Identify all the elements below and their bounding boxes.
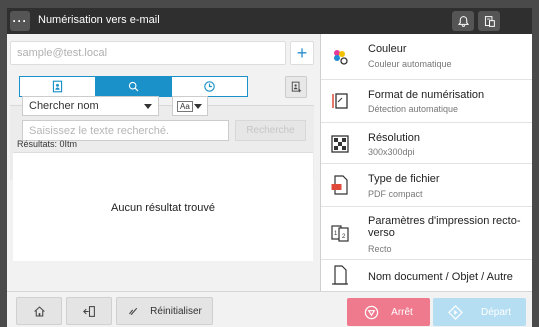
setting-color[interactable]: Couleur Couleur automatique: [321, 34, 532, 80]
setting-title: Couleur: [368, 43, 407, 55]
search-button[interactable]: Recherche: [235, 120, 306, 141]
device-status-icon[interactable]: [478, 11, 500, 31]
address-list-button[interactable]: [285, 76, 307, 98]
reset-button[interactable]: Réinitialiser: [116, 297, 213, 325]
exit-icon: [82, 305, 95, 317]
setting-value: Recto: [368, 244, 392, 254]
bell-icon[interactable]: [452, 11, 474, 31]
stop-button[interactable]: Arrêt: [347, 298, 430, 326]
resolution-icon: [331, 135, 349, 153]
title-bar: ··· Numérisation vers e-mail: [7, 8, 532, 34]
reset-label: Réinitialiser: [150, 305, 202, 317]
settings-panel: Couleur Couleur automatique Format de nu…: [321, 34, 532, 291]
results-count: Résultats: 0Itm: [17, 139, 78, 149]
tab-history[interactable]: [171, 77, 247, 96]
duplex-icon: 12: [331, 225, 349, 242]
setting-duplex[interactable]: 12 Paramètres d'impression recto-verso R…: [321, 207, 532, 260]
color-icon: [334, 50, 348, 65]
setting-document-name[interactable]: Nom document / Objet / Autre: [321, 260, 532, 291]
search-input[interactable]: Saisissez le texte recherché.: [22, 120, 229, 141]
start-button[interactable]: Départ: [433, 298, 526, 326]
history-icon: [204, 81, 215, 92]
tab-search[interactable]: [95, 77, 171, 96]
page-title: Numérisation vers e-mail: [38, 14, 160, 26]
setting-value: PDF compact: [368, 189, 423, 199]
start-label: Départ: [480, 306, 511, 318]
address-tabs: [19, 76, 248, 97]
start-icon: [448, 304, 463, 320]
setting-value: Couleur automatique: [368, 59, 452, 69]
search-field-select[interactable]: Chercher nom: [22, 96, 159, 116]
tab-address-book[interactable]: [20, 77, 95, 96]
home-button[interactable]: [16, 297, 62, 325]
search-field-value: Chercher nom: [29, 100, 99, 112]
setting-resolution[interactable]: Résolution 300x300dpi: [321, 123, 532, 164]
document-icon: [332, 265, 348, 285]
setting-file-type[interactable]: Type de fichier PDF compact: [321, 164, 532, 207]
setting-title: Format de numérisation: [368, 89, 485, 101]
file-type-icon: [331, 175, 348, 195]
setting-title: Type de fichier: [368, 173, 440, 185]
add-address-button[interactable]: +: [290, 41, 314, 65]
email-address-input[interactable]: sample@test.local: [10, 41, 286, 65]
setting-scan-size[interactable]: Format de numérisation Détection automat…: [321, 80, 532, 123]
chevron-down-icon: [144, 104, 152, 109]
reset-icon: [129, 307, 138, 315]
svg-text:1: 1: [334, 231, 338, 237]
stop-icon: [364, 305, 379, 319]
setting-title: Résolution: [368, 132, 420, 144]
results-list[interactable]: Aucun résultat trouvé: [13, 152, 313, 261]
search-icon: [128, 81, 139, 92]
empty-results-message: Aucun résultat trouvé: [111, 202, 215, 214]
more-icon[interactable]: ···: [10, 11, 30, 31]
scan-size-icon: [332, 93, 348, 109]
stop-label: Arrêt: [391, 306, 413, 318]
case-option-select[interactable]: Aa: [172, 96, 208, 116]
exit-button[interactable]: [66, 297, 112, 325]
case-icon: Aa: [177, 100, 193, 112]
bottom-bar: Réinitialiser Arrêt Départ: [7, 291, 532, 327]
setting-value: 300x300dpi: [368, 147, 415, 157]
chevron-down-icon: [194, 104, 202, 109]
setting-title: Nom document / Objet / Autre: [368, 271, 513, 283]
address-list-icon: [291, 81, 302, 93]
screen: ··· Numérisation vers e-mail sample@test…: [7, 8, 532, 327]
home-icon: [33, 305, 45, 316]
setting-title: Paramètres d'impression recto-verso: [368, 215, 521, 239]
address-book-icon: [52, 80, 63, 93]
setting-value: Détection automatique: [368, 104, 459, 114]
